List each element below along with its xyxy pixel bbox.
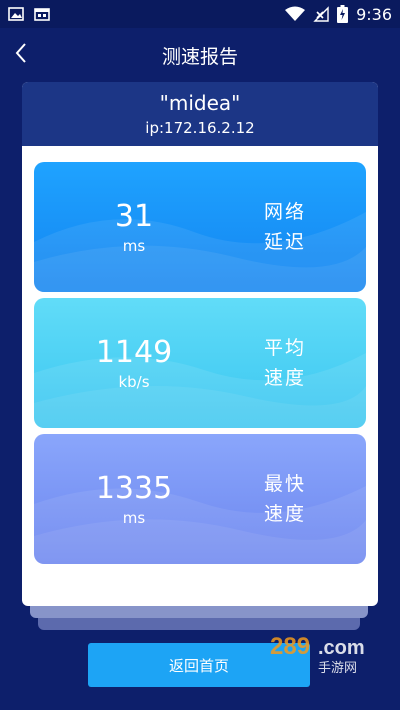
latency-label: 网络 延迟 xyxy=(263,201,306,253)
average-speed-metric-card: 1149 kb/s 平均 速度 xyxy=(34,298,366,428)
clock: 9:36 xyxy=(356,4,392,24)
fastest-speed-metric-card: 1335 ms 最快 速度 xyxy=(34,434,366,564)
fastest-speed-label: 最快 速度 xyxy=(263,473,306,525)
status-bar: 9:36 xyxy=(0,0,400,28)
latency-value: 31 xyxy=(114,199,154,234)
chevron-left-icon xyxy=(14,42,28,68)
page-title: 测速报告 xyxy=(161,45,238,68)
latency-unit: ms xyxy=(122,237,146,255)
calendar-icon xyxy=(34,7,50,21)
device-info: "midea" ip:172.16.2.12 xyxy=(22,82,378,146)
fastest-speed-unit: ms xyxy=(122,509,146,527)
fastest-speed-value: 1335 xyxy=(95,471,173,506)
svg-text:.com: .com xyxy=(318,637,365,659)
svg-text:手游网: 手游网 xyxy=(318,661,357,676)
back-button[interactable] xyxy=(6,40,36,70)
svg-text:289: 289 xyxy=(270,633,310,660)
image-icon xyxy=(8,7,24,21)
device-name: "midea" xyxy=(159,91,241,115)
no-sim-icon xyxy=(313,6,329,22)
top-bar: 测速报告 xyxy=(0,28,400,82)
latency-metric-card: 31 ms 网络 延迟 xyxy=(34,162,366,292)
average-speed-unit: kb/s xyxy=(118,373,150,391)
speed-report-card: "midea" ip:172.16.2.12 31 ms 网络 延迟 1149 … xyxy=(22,82,378,606)
average-speed-value: 1149 xyxy=(95,335,173,370)
device-ip: ip:172.16.2.12 xyxy=(145,119,255,137)
site-watermark-logo: 289 .com 手游网 xyxy=(270,633,365,676)
wifi-icon xyxy=(285,6,306,22)
average-speed-label: 平均 速度 xyxy=(263,337,306,389)
battery-charging-icon xyxy=(337,5,349,23)
